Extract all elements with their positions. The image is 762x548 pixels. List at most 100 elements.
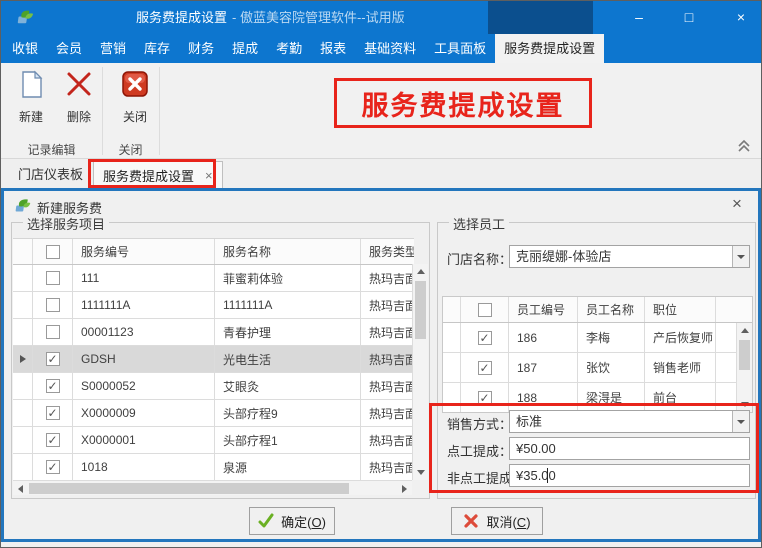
service-type-cell[interactable]: 热玛吉面 <box>361 400 414 426</box>
scrollbar-thumb[interactable] <box>29 483 349 494</box>
menu-item-10[interactable]: 服务费提成设置 <box>495 34 604 63</box>
scroll-down-icon[interactable] <box>413 465 428 480</box>
service-type-cell[interactable]: 热玛吉面 <box>361 292 414 318</box>
employee-id-cell[interactable]: 186 <box>509 323 578 352</box>
service-type-cell[interactable]: 热玛吉面 <box>361 427 414 453</box>
maximize-button[interactable]: □ <box>671 1 707 34</box>
service-code-cell[interactable]: GDSH <box>73 346 215 372</box>
menu-item-8[interactable]: 基础资料 <box>355 34 425 63</box>
row-checkbox-cell[interactable]: ✓ <box>461 353 509 382</box>
service-table-header[interactable]: 服务编号 服务名称 服务类型 <box>13 239 414 265</box>
service-row[interactable]: ✓ X0000009头部疗程9热玛吉面 <box>13 400 414 427</box>
service-type-cell[interactable]: 热玛吉面 <box>361 265 414 291</box>
row-checkbox[interactable]: ✓ <box>478 391 492 405</box>
col-position[interactable]: 职位 <box>645 297 716 322</box>
employee-position-cell[interactable]: 销售老师 <box>645 353 716 382</box>
service-row[interactable]: 1111111A1111111A热玛吉面 <box>13 292 414 319</box>
cancel-button[interactable]: 取消(C) <box>451 507 543 535</box>
window-close-button[interactable]: × <box>723 1 759 34</box>
employee-name-cell[interactable]: 张饮 <box>578 353 645 382</box>
service-row[interactable]: 00001123青春护理热玛吉面 <box>13 319 414 346</box>
point-commission-input[interactable]: ¥50.00 <box>509 437 750 460</box>
delete-button[interactable]: 删除 <box>57 69 101 125</box>
scrollbar-thumb[interactable] <box>739 340 750 370</box>
row-checkbox[interactable] <box>46 271 60 285</box>
employee-row[interactable]: ✓ 186李梅产后恢复师 <box>443 323 752 353</box>
service-code-cell[interactable]: X0000001 <box>73 427 215 453</box>
service-name-cell[interactable]: 头部疗程1 <box>215 427 361 453</box>
menu-item-7[interactable]: 报表 <box>311 34 355 63</box>
service-row[interactable]: ✓ X0000001头部疗程1热玛吉面 <box>13 427 414 454</box>
chevron-down-icon[interactable] <box>732 411 749 432</box>
row-checkbox-cell[interactable]: ✓ <box>33 346 73 372</box>
row-checkbox[interactable]: ✓ <box>46 433 60 447</box>
service-code-cell[interactable]: 1018 <box>73 454 215 480</box>
row-checkbox[interactable]: ✓ <box>46 406 60 420</box>
ok-button[interactable]: 确定(O) <box>249 507 335 535</box>
select-all-employees-cell[interactable] <box>461 297 509 322</box>
select-all-checkbox[interactable] <box>46 245 60 259</box>
scroll-up-icon[interactable] <box>737 323 752 338</box>
ribbon-close-button[interactable]: 关闭 <box>113 69 157 125</box>
employee-position-cell[interactable]: 产后恢复师 <box>645 323 716 352</box>
service-horizontal-scrollbar[interactable] <box>13 480 412 495</box>
service-name-cell[interactable]: 头部疗程9 <box>215 400 361 426</box>
row-checkbox[interactable]: ✓ <box>46 352 60 366</box>
row-checkbox[interactable]: ✓ <box>478 361 492 375</box>
row-checkbox-cell[interactable]: ✓ <box>33 454 73 480</box>
row-checkbox-cell[interactable]: ✓ <box>33 400 73 426</box>
dialog-close-button[interactable]: × <box>726 194 748 214</box>
row-checkbox-cell[interactable] <box>33 319 73 345</box>
row-checkbox[interactable] <box>46 325 60 339</box>
employee-name-cell[interactable]: 李梅 <box>578 323 645 352</box>
service-code-cell[interactable]: X0000009 <box>73 400 215 426</box>
menu-item-4[interactable]: 财务 <box>179 34 223 63</box>
service-name-cell[interactable]: 艾眼灸 <box>215 373 361 399</box>
menu-item-1[interactable]: 会员 <box>47 34 91 63</box>
employee-row[interactable]: ✓ 187张饮销售老师 <box>443 353 752 383</box>
select-all-services-cell[interactable] <box>33 239 73 264</box>
col-service-type[interactable]: 服务类型 <box>361 239 414 264</box>
menu-item-6[interactable]: 考勤 <box>267 34 311 63</box>
menu-item-2[interactable]: 营销 <box>91 34 135 63</box>
minimize-button[interactable]: – <box>621 1 657 34</box>
scroll-up-icon[interactable] <box>413 264 428 279</box>
employee-row[interactable]: ✓188梁淂是前台 <box>443 383 752 413</box>
col-service-name[interactable]: 服务名称 <box>215 239 361 264</box>
employee-table-header[interactable]: 员工编号 员工名称 职位 <box>443 297 752 323</box>
row-checkbox-cell[interactable]: ✓ <box>461 383 509 412</box>
sale-mode-combobox[interactable]: 标准 <box>509 410 750 433</box>
row-checkbox[interactable]: ✓ <box>46 460 60 474</box>
row-checkbox[interactable]: ✓ <box>478 331 492 345</box>
menu-item-0[interactable]: 收银 <box>3 34 47 63</box>
service-name-cell[interactable]: 菲蜜莉体验 <box>215 265 361 291</box>
menu-item-3[interactable]: 库存 <box>135 34 179 63</box>
service-name-cell[interactable]: 1111111A <box>215 292 361 318</box>
scroll-right-icon[interactable] <box>397 481 412 496</box>
service-type-cell[interactable]: 热玛吉面 <box>361 373 414 399</box>
employee-vertical-scrollbar[interactable] <box>736 323 752 412</box>
store-name-combobox[interactable]: 克丽缇娜-体验店 <box>509 245 750 268</box>
employee-name-cell[interactable]: 梁淂是 <box>578 383 645 412</box>
menu-item-5[interactable]: 提成 <box>223 34 267 63</box>
scroll-left-icon[interactable] <box>13 481 28 496</box>
service-type-cell[interactable]: 热玛吉面 <box>361 346 414 372</box>
service-code-cell[interactable]: 1111111A <box>73 292 215 318</box>
service-type-cell[interactable]: 热玛吉面 <box>361 454 414 480</box>
tab-service-fee-settings[interactable]: 服务费提成设置 × <box>93 161 223 188</box>
tab-store-dashboard[interactable]: 门店仪表板 <box>11 162 90 188</box>
col-employee-name[interactable]: 员工名称 <box>578 297 645 322</box>
service-code-cell[interactable]: 111 <box>73 265 215 291</box>
service-code-cell[interactable]: S0000052 <box>73 373 215 399</box>
row-checkbox-cell[interactable]: ✓ <box>33 373 73 399</box>
row-checkbox-cell[interactable]: ✓ <box>33 427 73 453</box>
row-checkbox[interactable] <box>46 298 60 312</box>
chevron-down-icon[interactable] <box>732 246 749 267</box>
employee-id-cell[interactable]: 188 <box>509 383 578 412</box>
row-checkbox[interactable]: ✓ <box>46 379 60 393</box>
service-type-cell[interactable]: 热玛吉面 <box>361 319 414 345</box>
employee-id-cell[interactable]: 187 <box>509 353 578 382</box>
service-row[interactable]: ✓ S0000052艾眼灸热玛吉面 <box>13 373 414 400</box>
row-checkbox-cell[interactable]: ✓ <box>461 323 509 352</box>
nonpoint-commission-input[interactable]: ¥35.00 <box>509 464 750 487</box>
